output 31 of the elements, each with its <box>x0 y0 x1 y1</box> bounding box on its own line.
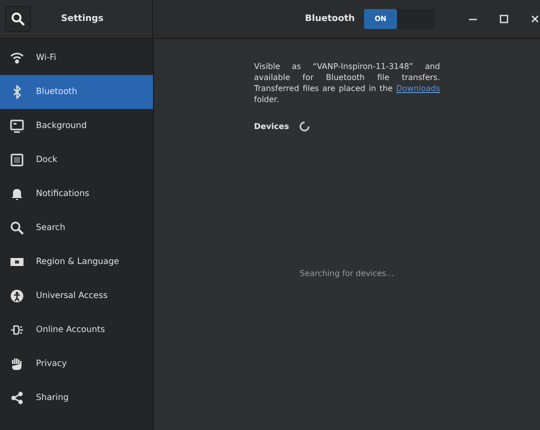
sidebar-item[interactable]: Wi-Fi <box>0 41 153 75</box>
search-icon <box>11 12 25 26</box>
person-icon <box>10 289 24 303</box>
sidebar-item[interactable]: Dock <box>0 143 153 177</box>
search-button[interactable] <box>5 6 31 32</box>
sidebar-item[interactable]: Notifications <box>0 177 153 211</box>
close-icon[interactable] <box>530 14 540 24</box>
sidebar-item[interactable]: Bluetooth <box>0 75 153 109</box>
sidebar-item[interactable]: Sharing <box>0 381 153 415</box>
plug-icon <box>10 323 24 337</box>
monitor-icon <box>10 119 24 133</box>
maximize-icon[interactable] <box>499 14 509 24</box>
hand-icon <box>10 357 24 371</box>
spinner-icon <box>298 121 310 132</box>
sidebar-item[interactable]: Privacy <box>0 347 153 381</box>
search-status: Searching for devices… <box>298 269 396 278</box>
sidebar-item[interactable]: Online Accounts <box>0 313 153 347</box>
search-icon <box>10 221 24 235</box>
downloads-link[interactable]: Downloads <box>396 84 440 93</box>
wifi-icon <box>10 51 24 65</box>
share-icon <box>10 391 24 405</box>
sidebar-item[interactable]: Universal Access <box>0 279 153 313</box>
window-icon <box>10 153 24 167</box>
visibility-message: Visible as “VANP-Inspiron-11-3148” and available for Bluetooth file transfers. Transferred files are placed in the Downloads folder. <box>254 61 440 105</box>
panel-title: Bluetooth <box>305 14 356 24</box>
devices-heading: Devices <box>254 122 289 131</box>
sidebar-item[interactable]: Region & Language <box>0 245 153 279</box>
window-title: Settings <box>61 14 104 24</box>
bell-icon <box>10 187 24 201</box>
sidebar-item[interactable]: Background <box>0 109 153 143</box>
sidebar-item[interactable]: Search <box>0 211 153 245</box>
